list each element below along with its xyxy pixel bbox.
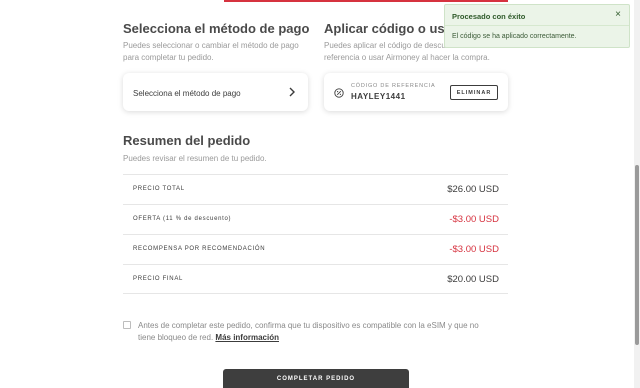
summary-row-total: PRECIO TOTAL $26.00 USD	[123, 174, 508, 204]
payment-method-label: Selecciona el método de pago	[133, 89, 241, 98]
summary-row-value: -$3.00 USD	[449, 214, 499, 225]
consent-text-block: Antes de completar este pedido, confirma…	[138, 320, 498, 344]
summary-row-label: OFERTA (11 % de descuento)	[133, 216, 232, 222]
referral-code-card: CÓDIGO DE REFERENCIA HAYLEY1441 ELIMINAR	[324, 73, 508, 111]
referral-code-value: HAYLEY1441	[351, 92, 406, 101]
summary-row-offer: OFERTA (11 % de descuento) -$3.00 USD	[123, 204, 508, 234]
summary-row-label: RECOMPENSA POR RECOMENDACIÓN	[133, 246, 266, 252]
summary-row-value: $20.00 USD	[447, 274, 499, 285]
remove-code-button[interactable]: ELIMINAR	[450, 85, 498, 100]
summary-row-label: PRECIO FINAL	[133, 276, 184, 282]
close-icon[interactable]: ×	[615, 10, 621, 20]
more-info-link[interactable]: Más información	[215, 333, 279, 342]
toast-message: El código se ha aplicado correctamente.	[452, 33, 577, 40]
consent-text: Antes de completar este pedido, confirma…	[138, 321, 479, 342]
payment-section-description: Puedes seleccionar o cambiar el método d…	[123, 41, 299, 62]
chevron-right-icon	[289, 87, 295, 97]
payment-method-selector[interactable]: Selecciona el método de pago	[123, 73, 308, 111]
scrollbar-thumb[interactable]	[635, 165, 639, 345]
summary-row-label: PRECIO TOTAL	[133, 186, 185, 192]
success-toast: Procesado con éxito × El código se ha ap…	[444, 4, 630, 48]
payment-section-title: Selecciona el método de pago	[123, 21, 310, 36]
toast-title: Procesado con éxito	[452, 12, 526, 21]
summary-title: Resumen del pedido	[123, 133, 251, 148]
discount-icon	[334, 88, 344, 98]
complete-order-button[interactable]: COMPLETAR PEDIDO	[223, 369, 409, 388]
top-accent-bar	[224, 0, 508, 2]
summary-row-final: PRECIO FINAL $20.00 USD	[123, 264, 508, 294]
summary-row-value: -$3.00 USD	[449, 244, 499, 255]
order-summary-table: PRECIO TOTAL $26.00 USD OFERTA (11 % de …	[123, 174, 508, 294]
summary-row-value: $26.00 USD	[447, 184, 499, 195]
toast-header: Procesado con éxito ×	[445, 5, 629, 26]
summary-description: Puedes revisar el resumen de tu pedido.	[123, 154, 267, 163]
consent-checkbox[interactable]	[123, 321, 131, 329]
referral-code-caption: CÓDIGO DE REFERENCIA	[351, 83, 436, 89]
summary-row-referral-reward: RECOMPENSA POR RECOMENDACIÓN -$3.00 USD	[123, 234, 508, 264]
